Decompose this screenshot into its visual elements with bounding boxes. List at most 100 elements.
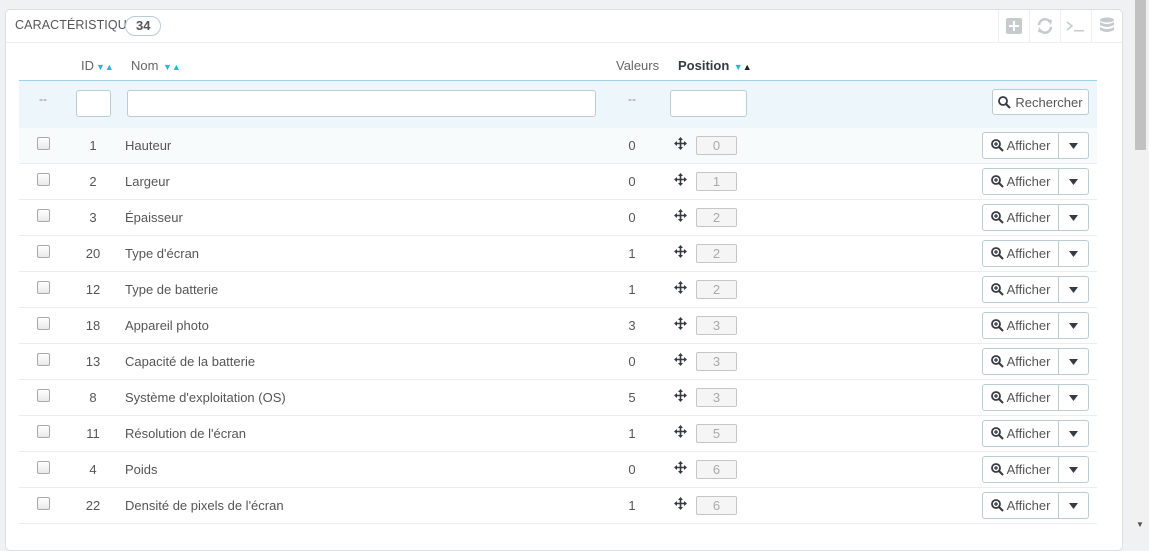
- row-checkbox[interactable]: [37, 317, 50, 330]
- add-icon: [1006, 18, 1022, 34]
- row-checkbox[interactable]: [37, 389, 50, 402]
- view-button[interactable]: Afficher: [982, 456, 1059, 483]
- row-values-count: 0: [628, 138, 636, 153]
- drag-handle-icon[interactable]: [674, 425, 687, 441]
- view-button[interactable]: Afficher: [982, 240, 1059, 267]
- table-row: 8 Système d'exploitation (OS) 5 3 Affich…: [19, 380, 1097, 416]
- row-position: 0: [696, 136, 737, 155]
- drag-handle-icon[interactable]: [674, 173, 687, 189]
- sort-desc-icon[interactable]: ▼: [734, 62, 743, 72]
- panel-header: CARACTÉRISTIQUES 34: [6, 10, 1122, 43]
- sort-asc-icon[interactable]: ▲: [105, 62, 114, 72]
- filter-id-input[interactable]: [76, 90, 111, 117]
- zoom-in-icon: [990, 499, 1004, 512]
- row-position: 6: [696, 496, 737, 515]
- view-button-label: Afficher: [1006, 426, 1051, 441]
- actions-dropdown-button[interactable]: [1059, 132, 1089, 159]
- table-row: 18 Appareil photo 3 3 Afficher: [19, 308, 1097, 344]
- refresh-button[interactable]: [1029, 10, 1060, 42]
- drag-handle-icon[interactable]: [674, 317, 687, 333]
- actions-dropdown-button[interactable]: [1059, 276, 1089, 303]
- zoom-in-icon: [990, 247, 1004, 260]
- row-actions: Afficher: [982, 384, 1089, 411]
- drag-handle-icon[interactable]: [674, 497, 687, 513]
- drag-handle-icon[interactable]: [674, 245, 687, 261]
- row-checkbox[interactable]: [37, 461, 50, 474]
- row-position: 6: [696, 460, 737, 479]
- scroll-down-icon[interactable]: ▼: [1136, 520, 1144, 529]
- sort-asc-active-icon[interactable]: ▲: [743, 62, 752, 72]
- row-checkbox[interactable]: [37, 425, 50, 438]
- actions-dropdown-button[interactable]: [1059, 168, 1089, 195]
- row-position: 3: [696, 388, 737, 407]
- filter-position-input[interactable]: [670, 90, 747, 117]
- zoom-in-icon: [990, 175, 1004, 188]
- zoom-in-icon: [990, 283, 1004, 296]
- row-checkbox[interactable]: [37, 353, 50, 366]
- view-button[interactable]: Afficher: [982, 204, 1059, 231]
- drag-handle-icon[interactable]: [674, 209, 687, 225]
- row-checkbox[interactable]: [37, 209, 50, 222]
- table-row: 13 Capacité de la batterie 0 3 Afficher: [19, 344, 1097, 380]
- scrollbar-thumb[interactable]: [1135, 0, 1146, 150]
- search-button[interactable]: Rechercher: [992, 89, 1089, 115]
- view-button-label: Afficher: [1006, 354, 1051, 369]
- row-checkbox[interactable]: [37, 245, 50, 258]
- view-button[interactable]: Afficher: [982, 168, 1059, 195]
- vertical-scrollbar[interactable]: ▼: [1132, 0, 1149, 532]
- zoom-in-icon: [990, 355, 1004, 368]
- row-position: 1: [696, 172, 737, 191]
- row-actions: Afficher: [982, 492, 1089, 519]
- view-button-label: Afficher: [1006, 246, 1051, 261]
- row-checkbox[interactable]: [37, 137, 50, 150]
- sort-desc-icon[interactable]: ▼: [163, 62, 172, 72]
- row-name: Largeur: [125, 174, 170, 189]
- view-button[interactable]: Afficher: [982, 384, 1059, 411]
- row-id: 4: [89, 462, 97, 477]
- actions-dropdown-button[interactable]: [1059, 348, 1089, 375]
- sort-asc-icon[interactable]: ▲: [172, 62, 181, 72]
- view-button[interactable]: Afficher: [982, 132, 1059, 159]
- table-row: 20 Type d'écran 1 2 Afficher: [19, 236, 1097, 272]
- row-values-count: 0: [628, 174, 636, 189]
- row-checkbox[interactable]: [37, 173, 50, 186]
- drag-handle-icon[interactable]: [674, 281, 687, 297]
- row-position: 2: [696, 280, 737, 299]
- filter-name-input[interactable]: [127, 90, 596, 117]
- drag-handle-icon[interactable]: [674, 389, 687, 405]
- toolbar: [998, 10, 1122, 42]
- row-checkbox[interactable]: [37, 281, 50, 294]
- view-button[interactable]: Afficher: [982, 492, 1059, 519]
- add-new-button[interactable]: [998, 10, 1029, 42]
- actions-dropdown-button[interactable]: [1059, 456, 1089, 483]
- count-badge: 34: [125, 16, 162, 36]
- caret-down-icon: [1069, 394, 1078, 401]
- row-values-count: 0: [628, 354, 636, 369]
- export-database-button[interactable]: [1091, 10, 1122, 42]
- row-name: Poids: [125, 462, 158, 477]
- actions-dropdown-button[interactable]: [1059, 312, 1089, 339]
- drag-handle-icon[interactable]: [674, 461, 687, 477]
- drag-handle-icon[interactable]: [674, 353, 687, 369]
- view-button[interactable]: Afficher: [982, 312, 1059, 339]
- view-button[interactable]: Afficher: [982, 348, 1059, 375]
- row-name: Résolution de l'écran: [125, 426, 246, 441]
- sort-desc-icon[interactable]: ▼: [96, 62, 105, 72]
- row-actions: Afficher: [982, 348, 1089, 375]
- row-name: Densité de pixels de l'écran: [125, 498, 284, 513]
- actions-dropdown-button[interactable]: [1059, 384, 1089, 411]
- table-row: 4 Poids 0 6 Afficher: [19, 452, 1097, 488]
- row-id: 2: [89, 174, 97, 189]
- actions-dropdown-button[interactable]: [1059, 240, 1089, 267]
- row-checkbox[interactable]: [37, 497, 50, 510]
- sql-query-button[interactable]: [1060, 10, 1091, 42]
- actions-dropdown-button[interactable]: [1059, 492, 1089, 519]
- view-button[interactable]: Afficher: [982, 276, 1059, 303]
- table-row: 12 Type de batterie 1 2 Afficher: [19, 272, 1097, 308]
- row-id: 12: [85, 282, 101, 297]
- actions-dropdown-button[interactable]: [1059, 204, 1089, 231]
- actions-dropdown-button[interactable]: [1059, 420, 1089, 447]
- view-button[interactable]: Afficher: [982, 420, 1059, 447]
- zoom-in-icon: [990, 427, 1004, 440]
- drag-handle-icon[interactable]: [674, 137, 687, 153]
